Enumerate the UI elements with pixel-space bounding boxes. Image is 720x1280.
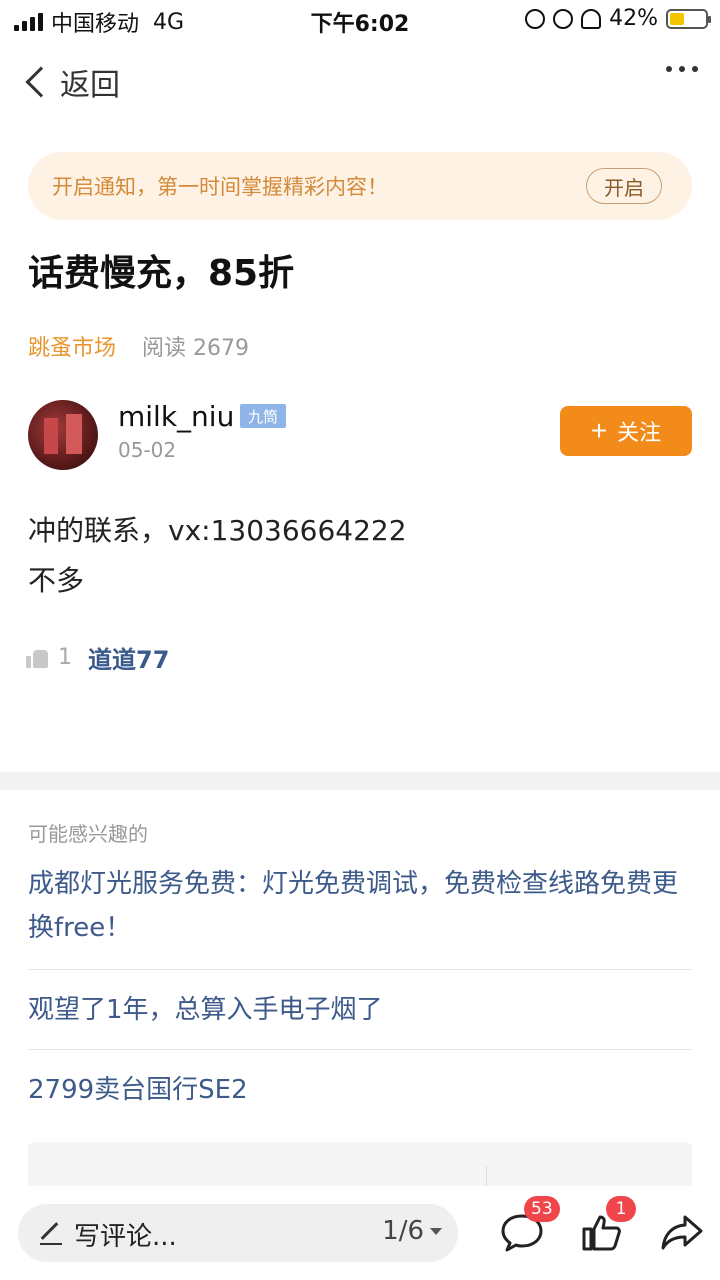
recommend-heading: 可能感兴趣的 <box>28 822 148 846</box>
avatar[interactable] <box>28 400 98 470</box>
chevron-left-icon <box>25 66 57 98</box>
recommend-item[interactable]: 2799卖台国行SE2 <box>28 1050 692 1132</box>
author-row: milk_niu 九筒 05-02 + 关注 <box>28 400 692 470</box>
post-meta: 跳蚤市场 阅读 2679 <box>28 330 249 362</box>
back-label: 返回 <box>60 68 120 103</box>
like-row: 1 道道77 <box>26 640 169 675</box>
bottom-bar: 写评论... 1/6 53 1 <box>0 1186 720 1280</box>
read-count: 阅读 2679 <box>142 336 249 361</box>
follow-label: 关注 <box>617 420 662 445</box>
level-badge: 九筒 <box>240 404 287 428</box>
notification-text: 开启通知，第一时间掌握精彩内容！ <box>52 175 388 199</box>
post-date: 05-02 <box>118 438 177 462</box>
like-count: 1 <box>58 645 72 670</box>
comment-badge: 53 <box>524 1196 560 1222</box>
status-right: 42% <box>525 6 711 31</box>
recommend-list: 成都灯光服务免费：灯光免费调试，免费检查线路免费更换free！ 观望了1年，总算… <box>28 862 692 1132</box>
comment-icon[interactable]: 53 <box>500 1196 560 1252</box>
page-indicator[interactable]: 1/6 <box>382 1216 442 1246</box>
comment-input[interactable]: 写评论... 1/6 <box>18 1204 458 1262</box>
content-line: 冲的联系，vx:13036664222 <box>28 514 407 547</box>
post-title: 话费慢充，85折 <box>28 253 295 294</box>
more-options-icon[interactable] <box>666 66 698 72</box>
status-bar: 中国移动 4G 下午6:02 42% <box>0 0 720 40</box>
like-badge: 1 <box>606 1196 636 1222</box>
page-indicator-text: 1/6 <box>382 1216 424 1246</box>
alarm-icon <box>553 8 574 29</box>
recommend-item[interactable]: 成都灯光服务免费：灯光免费调试，免费检查线路免费更换free！ <box>28 862 692 970</box>
caret-down-icon <box>430 1227 442 1235</box>
orientation-lock-icon <box>525 8 546 29</box>
notification-banner: 开启通知，第一时间掌握精彩内容！ 开启 <box>28 152 692 220</box>
share-icon[interactable] <box>660 1212 704 1252</box>
plus-icon: + <box>590 415 608 446</box>
enable-notification-button[interactable]: 开启 <box>586 168 662 204</box>
pen-icon <box>38 1222 62 1245</box>
headphones-icon <box>581 8 602 29</box>
forum-link[interactable]: 跳蚤市场 <box>28 330 116 362</box>
liker-name[interactable]: 道道77 <box>88 640 169 675</box>
follow-button[interactable]: + 关注 <box>560 406 692 456</box>
section-divider <box>0 772 720 790</box>
battery-percent: 42% <box>609 6 658 31</box>
recommend-item[interactable]: 观望了1年，总算入手电子烟了 <box>28 970 692 1050</box>
nav-bar: 返回 <box>0 56 720 106</box>
like-icon[interactable]: 1 <box>580 1196 636 1252</box>
author-name[interactable]: milk_niu <box>118 400 234 433</box>
thumbs-up-icon[interactable] <box>26 648 48 668</box>
post-content: 冲的联系，vx:13036664222 不多 <box>28 506 407 606</box>
comment-placeholder: 写评论... <box>74 1222 177 1252</box>
content-line: 不多 <box>28 564 85 597</box>
back-button[interactable]: 返回 <box>20 60 120 104</box>
battery-icon <box>666 8 711 29</box>
